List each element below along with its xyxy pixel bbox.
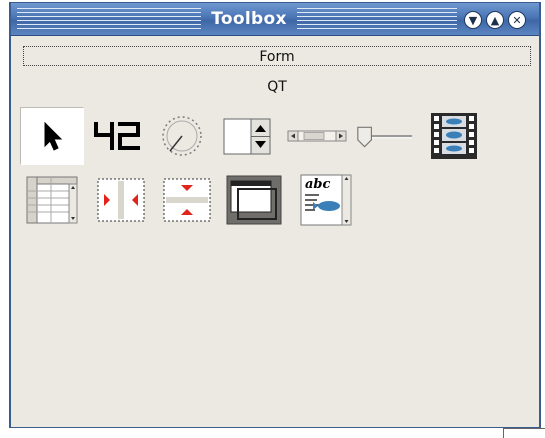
titlebar-stripes-left [17, 8, 201, 31]
scrollbar-tool[interactable] [286, 107, 350, 165]
titlebar[interactable]: Toolbox ▼ ▲ ✕ [11, 3, 539, 36]
rich-text-icon: abc [300, 174, 352, 226]
chevron-up-icon: ▲ [490, 13, 500, 27]
table-tool[interactable] [20, 171, 84, 229]
chevron-down-icon: ▼ [468, 13, 478, 27]
horizontal-spacer-icon [97, 178, 145, 222]
abc-label: abc [305, 177, 331, 192]
lcd-number-tool[interactable] [86, 107, 150, 165]
mdi-window-icon [226, 175, 282, 225]
arrow-pointer-icon [44, 121, 63, 151]
close-icon: ✕ [512, 13, 522, 27]
pointer-tool[interactable] [20, 107, 84, 165]
movie-tool[interactable] [422, 107, 486, 165]
dial-tool[interactable] [150, 107, 214, 165]
titlebar-stripes-right [297, 8, 457, 31]
close-button[interactable]: ✕ [508, 11, 526, 29]
spinbox-icon [223, 118, 271, 155]
horizontal-spacer-tool[interactable] [89, 171, 153, 229]
slider-icon [357, 126, 413, 148]
maximize-button[interactable]: ▲ [486, 11, 504, 29]
tab-form[interactable]: Form [23, 46, 531, 66]
scrollbar-icon [287, 130, 347, 142]
toolbox-window: Toolbox ▼ ▲ ✕ Form QT abc [9, 2, 541, 428]
spinbox-tool[interactable] [216, 107, 280, 165]
mdi-area-tool[interactable] [222, 171, 286, 229]
slider-tool[interactable] [352, 107, 416, 165]
table-icon [26, 176, 78, 224]
text-edit-tool[interactable]: abc [294, 171, 358, 229]
minimize-button[interactable]: ▼ [464, 11, 482, 29]
film-strip-icon [431, 113, 477, 159]
window-title: Toolbox [211, 9, 287, 29]
vertical-spacer-tool[interactable] [155, 171, 219, 229]
tab-qt[interactable]: QT [23, 77, 531, 97]
background-window-corner [503, 428, 545, 438]
lcd-number-icon [94, 122, 140, 150]
dial-icon [162, 116, 202, 156]
vertical-spacer-icon [163, 178, 211, 222]
